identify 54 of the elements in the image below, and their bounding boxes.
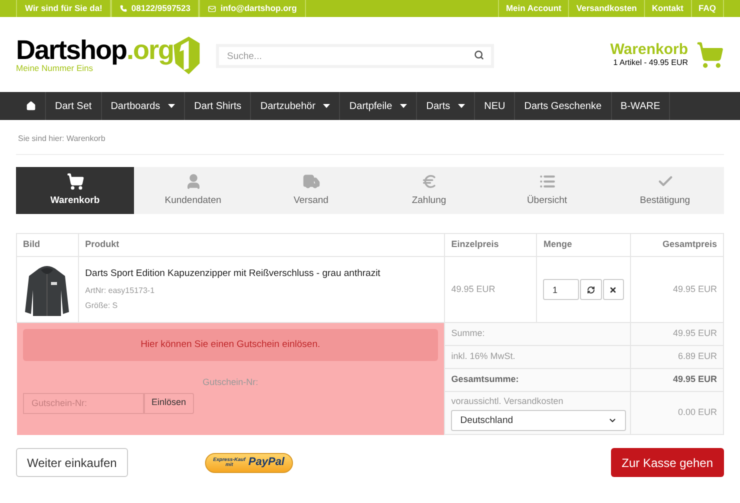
- euro-icon: [420, 172, 438, 190]
- article-number: ArtNr: easy15173-1: [85, 284, 156, 297]
- mail-icon: [208, 4, 216, 12]
- caret-icon: [323, 104, 330, 108]
- refresh-icon: [587, 286, 596, 294]
- column-header: Einzelpreis: [444, 234, 537, 256]
- checkout-step: Zahlung: [370, 167, 488, 214]
- checkout-button[interactable]: Zur Kasse gehen: [610, 448, 724, 477]
- nav-item[interactable]: Dartpfeile: [340, 92, 418, 120]
- coupon-label: Gutschein-Nr:: [202, 376, 260, 389]
- cart-summary: 1 Artikel - 49.95 EUR: [613, 59, 688, 67]
- continue-shopping-button[interactable]: Weiter einkaufen: [16, 448, 128, 477]
- nav-item[interactable]: B-WARE: [612, 92, 670, 120]
- coupon-message: Hier können Sie einen Gutschein einlösen.: [22, 329, 438, 361]
- country-select[interactable]: Deutschland: [451, 410, 626, 432]
- search-icon: [474, 50, 484, 60]
- shipping-label: voraussichtl. Versandkosten: [451, 394, 564, 408]
- column-header: Menge: [536, 234, 630, 256]
- product-name[interactable]: Darts Sport Edition Kapuzenzipper mit Reißverschluss - grau anthrazit: [85, 267, 438, 282]
- phone-icon: [120, 5, 128, 12]
- nav-item[interactable]: Dart Shirts: [185, 92, 252, 120]
- shipping-value: 0.00 EUR: [630, 392, 724, 434]
- nav-item[interactable]: Dartzubehör: [251, 92, 340, 120]
- nav-item[interactable]: Darts Geschenke: [515, 92, 612, 120]
- checkout-step: Kundendaten: [134, 167, 252, 214]
- column-header: Gesamtpreis: [630, 234, 724, 256]
- redeem-button[interactable]: Einlösen: [144, 392, 194, 414]
- cart-icon: [66, 172, 84, 190]
- person-icon: [184, 172, 202, 190]
- close-icon: [609, 286, 618, 294]
- search-field[interactable]: Suche...: [216, 44, 494, 68]
- caret-icon: [400, 104, 408, 108]
- list-icon: [538, 172, 556, 190]
- nav-item[interactable]: NEU: [475, 92, 516, 120]
- nav-item[interactable]: Dartboards: [102, 92, 186, 120]
- column-header: Bild: [16, 234, 79, 256]
- refresh-button[interactable]: [580, 279, 602, 300]
- truck-icon: [302, 172, 320, 190]
- size-text: Größe: S: [85, 300, 119, 312]
- caret-icon: [458, 104, 466, 108]
- checkout-step: Bestätigung: [606, 167, 724, 214]
- support-text: Wir sind für Sie da!: [16, 0, 112, 17]
- logo[interactable]: Dartshop.org Meine Nummer Eins: [16, 30, 200, 78]
- nav-item[interactable]: Dart Set: [46, 92, 102, 120]
- column-header: Produkt: [78, 234, 445, 256]
- nav-item[interactable]: Darts: [417, 92, 476, 120]
- quantity-field[interactable]: 1: [543, 279, 580, 300]
- breadcrumb: Sie sind hier: Warenkorb: [16, 120, 724, 155]
- home-icon: [26, 101, 36, 111]
- checkout-step: Übersicht: [488, 167, 606, 214]
- caret-icon: [168, 104, 176, 108]
- remove-button[interactable]: [602, 279, 624, 300]
- checkout-step: Versand: [252, 167, 370, 214]
- checkout-step: Warenkorb: [16, 167, 134, 214]
